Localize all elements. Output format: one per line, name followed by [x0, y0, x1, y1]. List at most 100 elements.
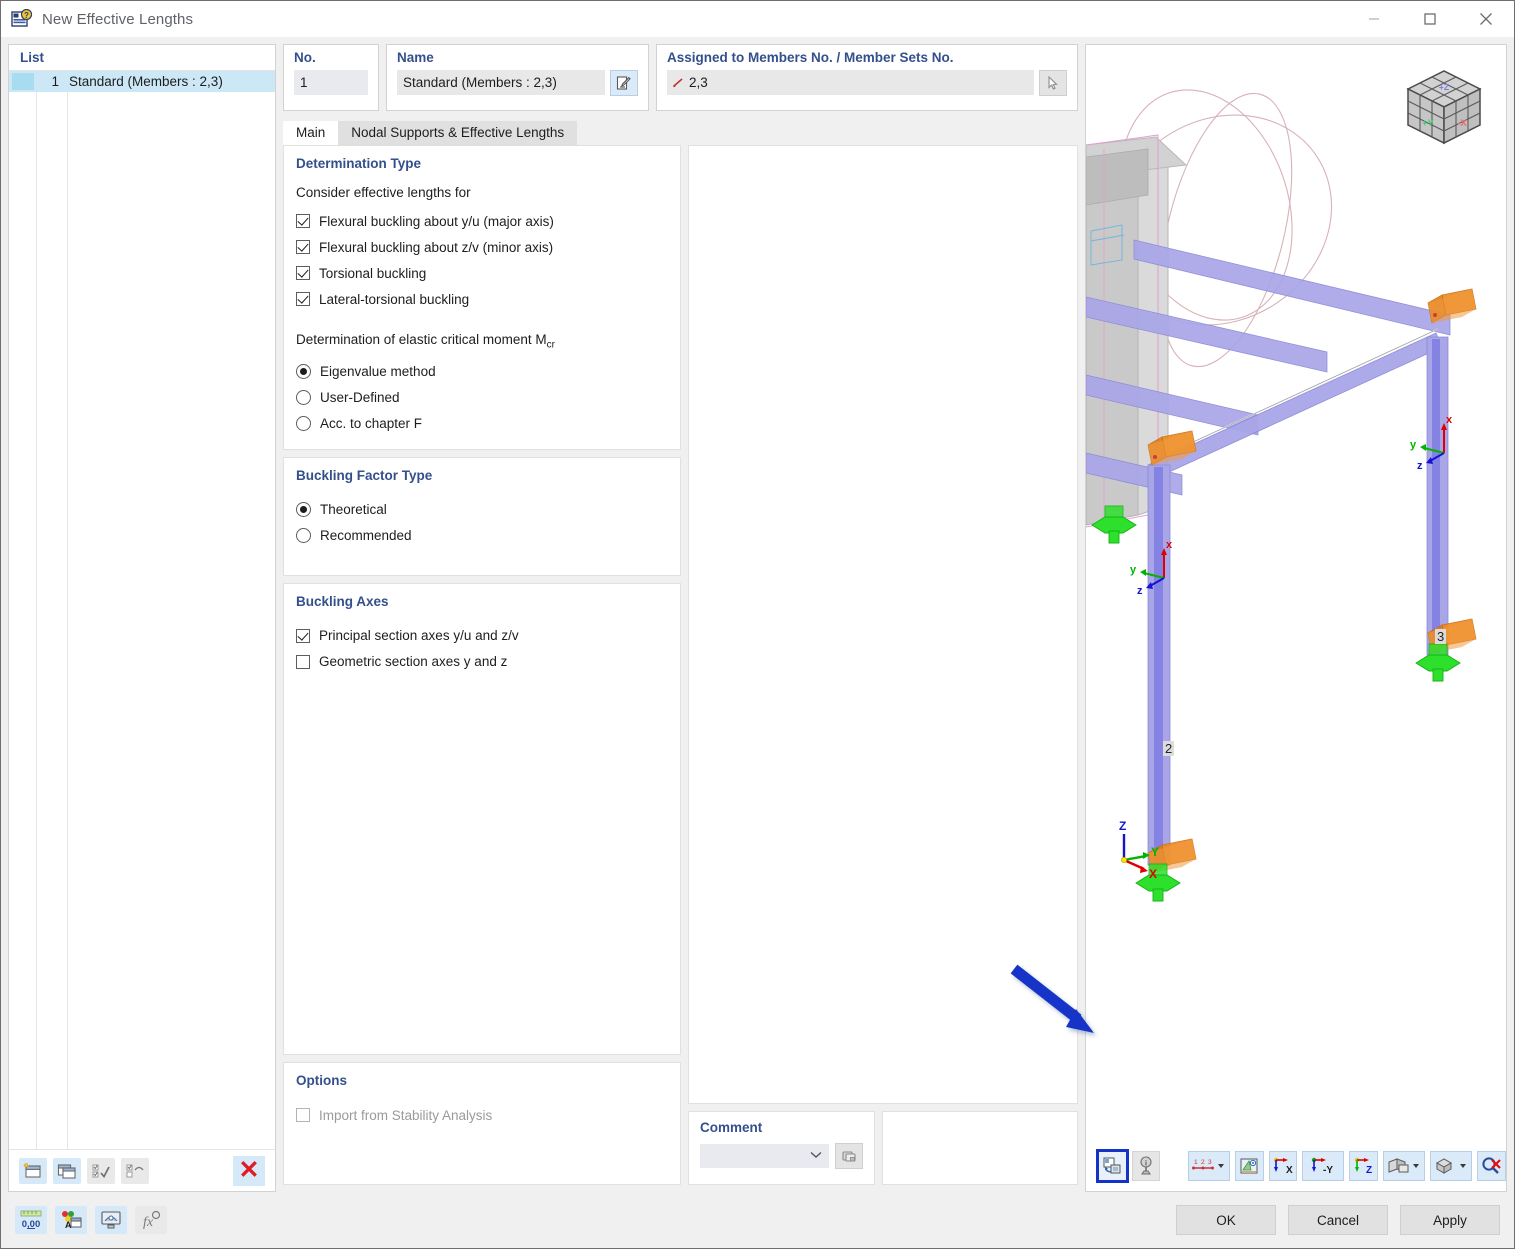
- close-button[interactable]: [1458, 1, 1514, 37]
- radio-icon: [296, 416, 311, 432]
- checkbox-geometric-axes[interactable]: Geometric section axes y and z: [296, 649, 668, 675]
- info-pin-button[interactable]: i: [1131, 1151, 1161, 1181]
- assigned-value-box[interactable]: 2,3: [667, 70, 1034, 95]
- svg-text:1: 1: [1194, 1159, 1198, 1166]
- comment-input[interactable]: [700, 1144, 829, 1168]
- checkbox-flexural-y[interactable]: Flexural buckling about y/u (major axis): [296, 208, 668, 234]
- display-mode-button[interactable]: [1383, 1151, 1426, 1181]
- apply-button[interactable]: Apply: [1400, 1205, 1500, 1235]
- radio-recommended[interactable]: Recommended: [296, 523, 668, 549]
- display-properties-button[interactable]: [95, 1206, 127, 1234]
- viewport-toolbar: i 1 2 3 X -Y Z: [1086, 1149, 1506, 1183]
- checkbox-import-stability: Import from Stability Analysis: [296, 1102, 668, 1128]
- no-input[interactable]: [294, 70, 368, 95]
- svg-text:x: x: [1446, 414, 1453, 426]
- list-item-no: 1: [51, 74, 59, 89]
- assigned-label: Assigned to Members No. / Member Sets No…: [667, 50, 954, 65]
- center-column: No. Name: [283, 44, 1078, 1192]
- checkbox-torsional[interactable]: Torsional buckling: [296, 260, 668, 286]
- checkbox-label: Lateral-torsional buckling: [319, 291, 470, 307]
- comment-side-panel: [882, 1111, 1078, 1185]
- radio-label: Acc. to chapter F: [320, 416, 423, 432]
- no-label: No.: [294, 50, 316, 65]
- mcr-label-text: Determination of elastic critical moment…: [296, 332, 547, 347]
- dialog-window: ? New Effective Lengths List 1 Standard …: [0, 0, 1515, 1249]
- check-options-button[interactable]: [121, 1157, 149, 1184]
- maximize-button[interactable]: [1402, 1, 1458, 37]
- comment-library-icon[interactable]: [835, 1143, 863, 1169]
- svg-text:Z: Z: [1366, 1165, 1372, 1176]
- navigation-cube[interactable]: +Y -X +Z: [1400, 63, 1488, 154]
- buckling-axes-title: Buckling Axes: [296, 593, 389, 609]
- edit-pencil-icon[interactable]: [610, 70, 638, 96]
- svg-text:y: y: [1130, 564, 1137, 576]
- ok-button[interactable]: OK: [1176, 1205, 1276, 1235]
- radio-icon: [296, 502, 311, 518]
- units-button[interactable]: 0,00: [15, 1206, 47, 1234]
- list-toolbar: ✕: [9, 1149, 275, 1191]
- numbering-button[interactable]: 1 2 3: [1187, 1151, 1230, 1181]
- new-item-button[interactable]: [19, 1157, 47, 1184]
- name-input[interactable]: [397, 70, 605, 95]
- colors-button[interactable]: A: [55, 1206, 87, 1234]
- list-grid-line: [36, 71, 37, 1149]
- header-fields: No. Name: [283, 44, 1078, 111]
- radio-user-defined[interactable]: User-Defined: [296, 385, 668, 411]
- name-field-group: Name: [386, 44, 649, 111]
- checkbox-principal-axes[interactable]: Principal section axes y/u and z/v: [296, 623, 668, 649]
- list-item[interactable]: 1 Standard (Members : 2,3): [9, 71, 275, 92]
- delete-item-button[interactable]: ✕: [233, 1155, 265, 1186]
- assigned-field-group: Assigned to Members No. / Member Sets No…: [656, 44, 1078, 111]
- tab-content: Determination Type Consider effective le…: [283, 145, 1078, 1192]
- render-mode-button[interactable]: [1096, 1149, 1129, 1183]
- comment-title: Comment: [700, 1120, 763, 1135]
- svg-text:Z: Z: [1119, 819, 1126, 833]
- checkbox-icon: [296, 292, 310, 306]
- view-x-button[interactable]: X: [1268, 1151, 1298, 1181]
- checkbox-label: Flexural buckling about z/v (minor axis): [319, 239, 554, 255]
- options-title: Options: [296, 1073, 347, 1088]
- app-icon: ?: [11, 8, 33, 29]
- check-all-button[interactable]: [87, 1157, 115, 1184]
- tab-main[interactable]: Main: [283, 120, 339, 145]
- svg-text:x: x: [1166, 539, 1173, 551]
- svg-text:X: X: [1149, 867, 1157, 881]
- cancel-button[interactable]: Cancel: [1288, 1205, 1388, 1235]
- radio-theoretical[interactable]: Theoretical: [296, 497, 668, 523]
- checkbox-label: Torsional buckling: [319, 265, 427, 281]
- minimize-button[interactable]: [1346, 1, 1402, 37]
- dialog-body: List 1 Standard (Members : 2,3) ✕ No. 1 …: [1, 37, 1514, 1192]
- checkbox-label: Geometric section axes y and z: [319, 654, 508, 670]
- checkbox-icon: [296, 240, 310, 254]
- buckling-factor-type-title: Buckling Factor Type: [296, 467, 433, 483]
- tab-nodal-supports[interactable]: Nodal Supports & Effective Lengths: [338, 120, 578, 145]
- radio-acc-chapter-f[interactable]: Acc. to chapter F: [296, 411, 668, 437]
- view-z-button[interactable]: Z: [1349, 1151, 1379, 1181]
- window-controls: [1346, 1, 1514, 37]
- comment-row: Comment: [688, 1111, 1078, 1185]
- footer-tools: 0,00 A fx: [15, 1206, 167, 1234]
- determination-type-title: Determination Type: [296, 156, 422, 171]
- box-view-button[interactable]: [1430, 1151, 1473, 1181]
- no-field-group: No.: [283, 44, 379, 111]
- viewport-canvas[interactable]: x y z x y z Z Y X 2 3 +Y -X +Z: [1086, 45, 1506, 1191]
- buckling-axes-group: Buckling Axes Principal section axes y/u…: [283, 582, 681, 1055]
- view-minus-y-button[interactable]: -Y: [1302, 1151, 1345, 1181]
- list-header: List: [9, 45, 275, 71]
- view-angle-button[interactable]: [1234, 1151, 1264, 1181]
- checkbox-flexural-z[interactable]: Flexural buckling about z/v (minor axis): [296, 234, 668, 260]
- copy-item-button[interactable]: [53, 1157, 81, 1184]
- dialog-buttons: OK Cancel Apply: [1176, 1205, 1500, 1235]
- svg-text:X: X: [1286, 1165, 1293, 1176]
- fx-button[interactable]: fx: [135, 1206, 167, 1234]
- checkbox-icon: [296, 266, 310, 280]
- pick-cursor-icon[interactable]: [1039, 70, 1067, 96]
- model-viewport[interactable]: x y z x y z Z Y X 2 3 +Y -X +Z i 1 2 3 X…: [1085, 44, 1507, 1192]
- reset-zoom-button[interactable]: [1477, 1151, 1506, 1181]
- mcr-label: Determination of elastic critical moment…: [296, 332, 668, 351]
- checkbox-label: Import from Stability Analysis: [319, 1107, 493, 1123]
- svg-text:?: ?: [24, 11, 29, 20]
- member-glyph-icon: [673, 78, 683, 88]
- radio-eigenvalue-method[interactable]: Eigenvalue method: [296, 359, 668, 385]
- checkbox-lateral-torsional[interactable]: Lateral-torsional buckling: [296, 286, 668, 312]
